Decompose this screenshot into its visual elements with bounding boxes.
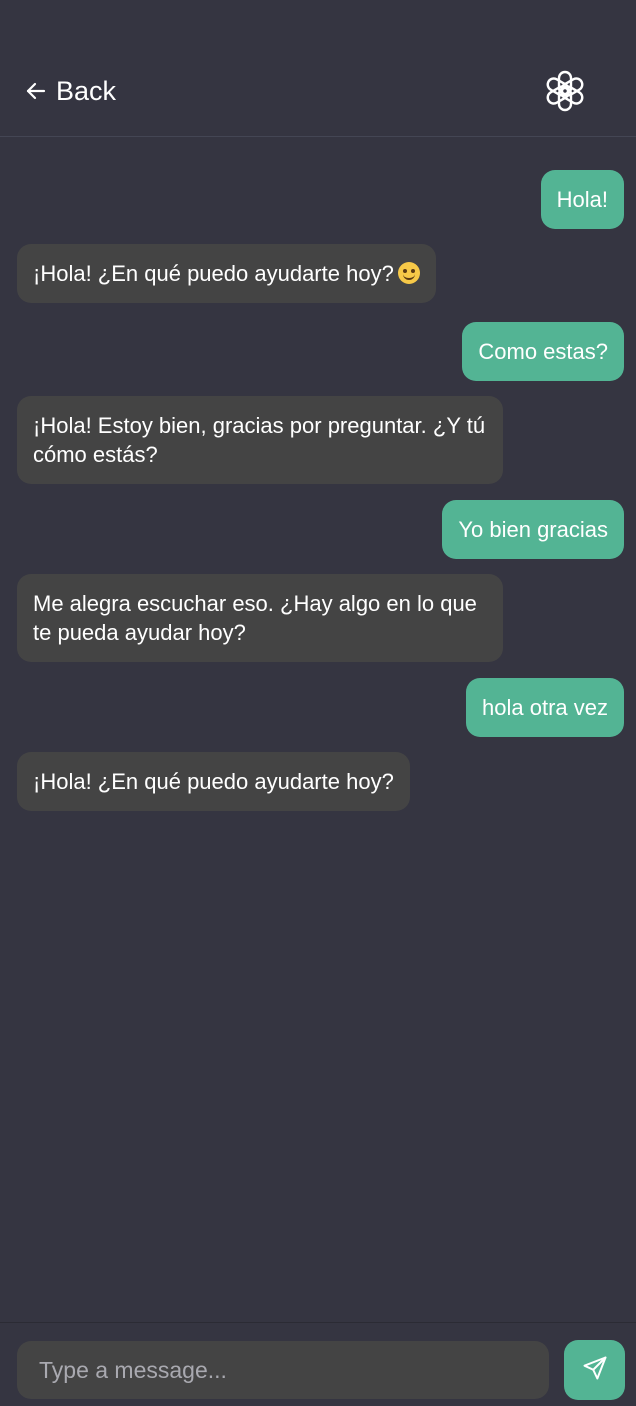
composer [0, 1322, 636, 1406]
message-input[interactable] [17, 1341, 549, 1399]
message-text: Me alegra escuchar eso. ¿Hay algo en lo … [33, 591, 477, 645]
message-text: Yo bien gracias [458, 517, 608, 542]
message-text: ¡Hola! ¿En qué puedo ayudarte hoy? [33, 769, 394, 794]
send-icon [581, 1354, 609, 1387]
message-text: Hola! [556, 187, 608, 212]
back-label: Back [56, 76, 117, 106]
back-button[interactable]: Back [24, 72, 116, 110]
assistant-message: ¡Hola! ¿En qué puedo ayudarte hoy? [17, 244, 436, 303]
message-text: Como estas? [478, 339, 608, 364]
chat-header: Back [0, 0, 636, 137]
user-message: Como estas? [462, 322, 624, 381]
user-message: hola otra vez [466, 678, 624, 737]
assistant-message: ¡Hola! Estoy bien, gracias por preguntar… [17, 396, 503, 484]
assistant-message: ¡Hola! ¿En qué puedo ayudarte hoy? [17, 752, 410, 811]
message-text: ¡Hola! ¿En qué puedo ayudarte hoy? [33, 261, 394, 286]
message-list: Hola! ¡Hola! ¿En qué puedo ayudarte hoy?… [0, 137, 636, 1322]
arrow-left-icon [24, 79, 48, 103]
user-message: Yo bien gracias [442, 500, 624, 559]
assistant-message: Me alegra escuchar eso. ¿Hay algo en lo … [17, 574, 503, 662]
message-text: ¡Hola! Estoy bien, gracias por preguntar… [33, 413, 486, 467]
send-button[interactable] [564, 1340, 625, 1400]
message-text: hola otra vez [482, 695, 608, 720]
openai-logo-icon [540, 66, 590, 116]
user-message: Hola! [540, 170, 624, 229]
smiling-face-emoji-icon [397, 262, 420, 284]
